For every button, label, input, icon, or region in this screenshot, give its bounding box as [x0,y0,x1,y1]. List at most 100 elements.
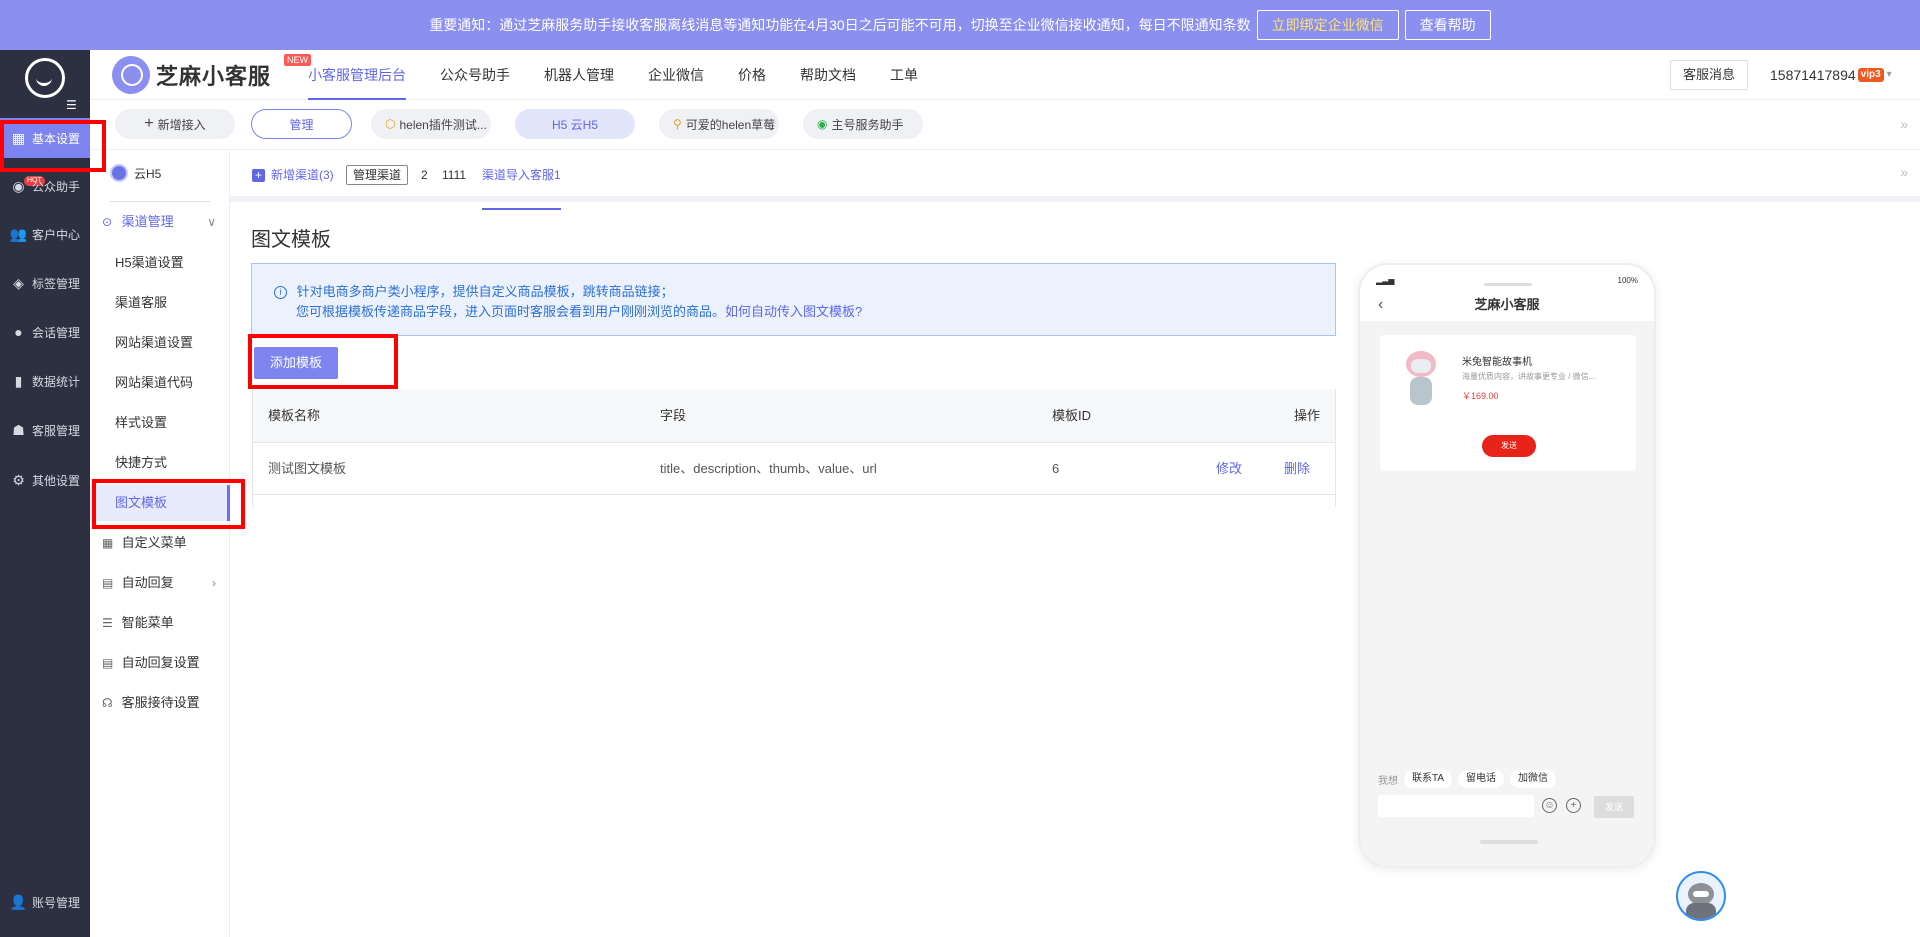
list-icon: ☰ [102,616,113,630]
sidebar-item-auto-reply-settings[interactable]: ▤ 自动回复设置 [90,645,230,681]
template-id: 6 [1052,461,1060,476]
sidebar-item-custom-menu[interactable]: ▦ 自定义菜单 [90,525,230,561]
customer-message-button[interactable]: 客服消息 [1670,60,1749,90]
nav-item-label: 基本设置 [32,131,81,146]
manage-channel-button[interactable]: 管理渠道 [346,165,409,185]
support-avatar[interactable] [1676,871,1726,921]
sub-sidebar: 云H5 ⊙ 渠道管理 ∨ H5渠道设置 渠道客服 网站渠道设置 网站渠道代码 样… [90,150,230,937]
channel-chip-helen-strawberry[interactable]: ⚲ 可爱的helen草莓 [659,109,779,139]
view-help-button[interactable]: 查看帮助 [1404,10,1491,40]
tab-help-docs[interactable]: 帮助文档 [800,50,856,100]
nav-item-label: 其他设置 [32,473,81,488]
user-phone: 15871417894 [1770,67,1856,83]
sidebar-item-reception-settings[interactable]: ☊ 客服接待设置 [90,685,230,721]
mini-program-icon: ⬡ [385,117,396,131]
manage-channels-button[interactable]: 管理 [251,109,352,139]
sidebar-item-channel-agents[interactable]: 渠道客服 [90,285,230,321]
edit-link[interactable]: 修改 [1216,443,1242,495]
quick-contact: 联系TA [1404,770,1453,788]
message-icon: ▤ [102,656,114,670]
quick-label: 我想 [1378,775,1398,787]
chat-icon: ● [14,324,23,340]
template-fields: title、description、thumb、value、url [660,461,877,476]
phone-send-button: 发送 [1594,796,1634,818]
channel-chip-main-assistant[interactable]: ◉ 主号服务助手 [803,109,923,139]
channel-chip-helen-plugin[interactable]: ⬡ helen插件测试... [371,109,491,139]
double-chevron-right-icon[interactable]: » [1900,116,1908,132]
sidebar-item-label: 网站渠道设置 [115,335,194,350]
logo-icon[interactable] [25,58,65,98]
tab-price[interactable]: 价格 [738,50,766,100]
delete-link[interactable]: 删除 [1284,443,1310,495]
chevron-down-icon: ∨ [207,215,216,229]
sidebar-item-rich-text-template[interactable]: 图文模板 [90,485,230,521]
sidebar-item-label: 自定义菜单 [121,535,187,550]
table-border [252,389,253,507]
column-header-name: 模板名称 [268,408,321,423]
tab-admin[interactable]: 小客服管理后台 [308,50,406,100]
nav-item-account-management[interactable]: 👤 账号管理 [0,882,90,922]
nav-item-data-stats[interactable]: ▮ 数据统计 [0,361,90,401]
collapse-menu-icon[interactable]: ☰ [66,98,80,112]
sidebar-item-website-channel-code[interactable]: 网站渠道代码 [90,365,230,401]
sidebar-item-label: 自动回复 [121,575,174,590]
nav-item-public-assistant[interactable]: ◉ 公众助手 [0,166,90,206]
user-menu[interactable]: 15871417894 vip3 ▾ [1770,50,1892,100]
tab-channel-import[interactable]: 渠道导入客服1 [482,164,561,210]
sidebar-item-website-channel-settings[interactable]: 网站渠道设置 [90,325,230,361]
current-channel: 云H5 [110,164,161,182]
template-name: 测试图文模板 [268,461,347,476]
nav-item-customer-center[interactable]: 👥 客户中心 [0,214,90,254]
sidebar-item-auto-reply[interactable]: ▤ 自动回复 › [90,565,230,601]
product-name: 米兔智能故事机 [1462,357,1532,368]
nav-item-agent-management[interactable]: ☗ 客服管理 [0,410,90,450]
product-image [1398,349,1444,409]
gear-icon: ⚙ [12,471,25,488]
wechat-icon: ◉ [817,117,828,131]
phone-message-input [1378,795,1534,817]
phone-nav: ‹ 芝麻小客服 [1360,289,1654,321]
tab-channel-1111[interactable]: 1111 [442,164,466,186]
product-card: 米兔智能故事机 海量优质内容，讲故事更专业 / 微信... ￥169.00 发送 [1380,335,1636,471]
tab-official-account-assistant[interactable]: 公众号助手 [440,50,510,100]
add-channel-button[interactable]: + 新增接入 [115,109,235,139]
tab-robot-management[interactable]: 机器人管理 [544,50,614,100]
info-text-1: 针对电商多商户类小程序，提供自定义商品模板，跳转商品链接； [296,284,674,299]
new-channel-button[interactable]: + 新增渠道(3) [252,164,334,186]
nav-item-other-settings[interactable]: ⚙ 其他设置 [0,460,90,500]
tab-tickets[interactable]: 工单 [890,50,918,100]
page-title: 图文模板 [251,229,331,251]
sidebar-item-shortcuts[interactable]: 快捷方式 [90,445,230,481]
channel-chip-h5[interactable]: H5 云H5 [515,109,635,139]
quick-actions: 我想 联系TA 留电话 加微信 [1378,770,1562,788]
sidebar-item-h5-channel-settings[interactable]: H5渠道设置 [90,245,230,281]
add-template-button[interactable]: 添加模板 [254,347,338,379]
info-text-2: 您可根据模板传递商品字段，进入页面时客服会看到用户刚刚浏览的商品。 [296,304,726,319]
bind-wecom-button[interactable]: 立即绑定企业微信 [1256,10,1399,40]
message-icon: ▤ [102,576,114,590]
new-channel-label: 新增渠道(3) [271,168,334,182]
user-icon: 👤 [9,893,28,910]
phone-title: 芝麻小客服 [1474,297,1540,312]
sidebar-item-label: 客服接待设置 [121,695,200,710]
home-indicator [1480,840,1538,844]
nav-item-tag-management[interactable]: ◈ 标签管理 [0,263,90,303]
bar-chart-icon: ▮ [14,372,23,389]
sidebar-item-label: 样式设置 [115,415,168,430]
nav-item-basic-settings[interactable]: ▦ 基本设置 [0,118,90,158]
brand[interactable]: 芝麻小客服 NEW [112,54,311,94]
sidebar-item-smart-menu[interactable]: ☰ 智能菜单 [90,605,230,641]
sidebar-item-label: 自动回复设置 [121,655,200,670]
plus-icon: + [1566,798,1581,813]
vip-badge: vip3 [1857,68,1884,82]
sidebar-item-style-settings[interactable]: 样式设置 [90,405,230,441]
tab-wecom[interactable]: 企业微信 [648,50,704,100]
nav-item-label: 公众助手 [32,179,81,194]
nav-item-session-management[interactable]: ● 会话管理 [0,312,90,352]
tab-channel-2[interactable]: 2 [421,164,428,186]
sidebar-group-channel-management[interactable]: ⊙ 渠道管理 ∨ [90,204,230,240]
avatar [110,164,128,182]
current-channel-name: 云H5 [134,166,162,181]
double-chevron-right-icon[interactable]: » [1900,164,1908,180]
help-link[interactable]: 如何自动传入图文模板? [725,304,862,319]
